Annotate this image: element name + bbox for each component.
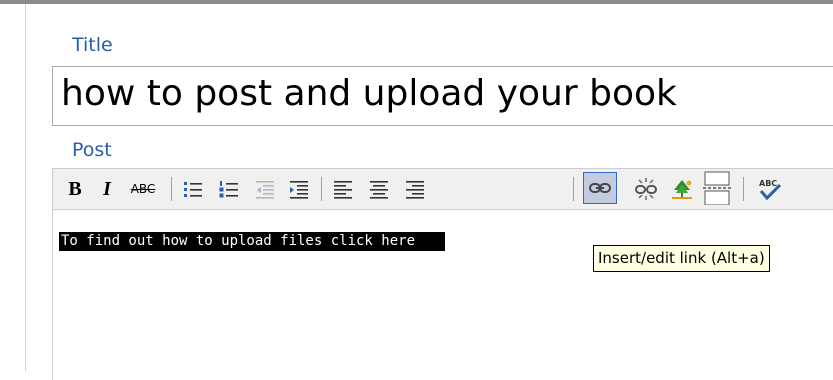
toolbar-separator bbox=[573, 177, 574, 201]
spellcheck-button[interactable]: ABC bbox=[755, 175, 785, 203]
strikethrough-button[interactable]: ABC bbox=[129, 175, 157, 203]
italic-icon: I bbox=[103, 177, 111, 200]
title-input[interactable]: how to post and upload your book bbox=[52, 66, 833, 126]
toolbar-separator bbox=[171, 177, 172, 201]
align-left-icon bbox=[334, 181, 352, 199]
align-right-icon bbox=[406, 181, 424, 199]
outdent-button[interactable] bbox=[251, 175, 279, 203]
insert-image-button[interactable] bbox=[667, 175, 697, 203]
unlink-button[interactable] bbox=[631, 175, 661, 203]
title-label: Title bbox=[72, 34, 113, 56]
numbered-list-button[interactable] bbox=[215, 175, 243, 203]
unlink-icon bbox=[635, 178, 657, 200]
spellcheck-icon: ABC bbox=[759, 179, 782, 201]
align-center-icon bbox=[370, 181, 388, 199]
indent-icon bbox=[290, 181, 308, 199]
numbered-list-icon bbox=[219, 181, 238, 198]
insert-link-button[interactable] bbox=[583, 172, 617, 204]
align-center-button[interactable] bbox=[365, 175, 393, 203]
editor-toolbar: B I ABC ABC bbox=[52, 168, 833, 210]
strikethrough-icon: ABC bbox=[130, 182, 156, 196]
insert-link-tooltip: Insert/edit link (Alt+a) bbox=[593, 245, 770, 272]
window-top-border bbox=[0, 0, 833, 4]
toolbar-separator bbox=[321, 177, 322, 201]
link-icon bbox=[589, 183, 611, 193]
bullet-list-button[interactable] bbox=[179, 175, 207, 203]
bold-button[interactable]: B bbox=[65, 175, 85, 203]
align-left-button[interactable] bbox=[329, 175, 357, 203]
page-break-button[interactable] bbox=[701, 171, 733, 205]
post-label: Post bbox=[72, 139, 112, 161]
indent-button[interactable] bbox=[285, 175, 313, 203]
page-break-icon bbox=[703, 171, 731, 205]
bullet-list-icon bbox=[184, 182, 202, 197]
post-editor[interactable]: To find out how to upload files click he… bbox=[52, 210, 833, 380]
italic-button[interactable]: I bbox=[97, 175, 117, 203]
toolbar-separator bbox=[743, 177, 744, 201]
selected-text[interactable]: To find out how to upload files click he… bbox=[59, 232, 446, 251]
align-right-button[interactable] bbox=[401, 175, 429, 203]
content-left-border bbox=[25, 4, 26, 371]
bold-icon: B bbox=[68, 177, 82, 200]
outdent-icon bbox=[256, 181, 274, 199]
svg-text:ABC: ABC bbox=[759, 179, 777, 188]
image-icon bbox=[672, 180, 692, 199]
